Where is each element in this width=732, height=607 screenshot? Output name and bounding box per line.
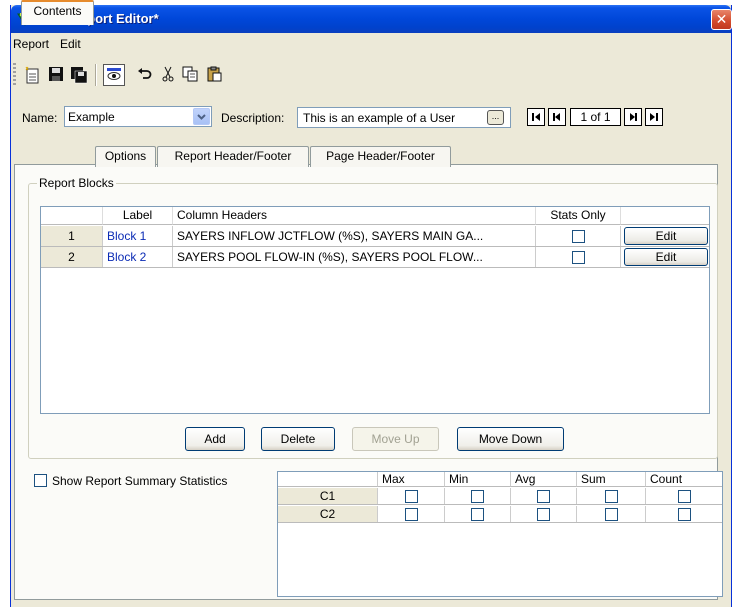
- tab-page-header-footer[interactable]: Page Header/Footer: [310, 146, 451, 167]
- stats-count-checkbox[interactable]: [677, 508, 691, 522]
- description-value: This is an example of a User: [303, 111, 456, 125]
- next-page-button[interactable]: [624, 108, 642, 126]
- description-label: Description:: [221, 111, 285, 125]
- preview-icon[interactable]: [103, 64, 125, 86]
- summary-stats-table[interactable]: Max Min Avg Sum Count C1 C2: [277, 471, 723, 597]
- cut-icon[interactable]: [157, 64, 179, 86]
- name-combo[interactable]: Example: [64, 106, 212, 127]
- stats-only-cell: [536, 226, 621, 246]
- block-label[interactable]: Block 1: [103, 226, 173, 246]
- move-up-button[interactable]: Move Up: [352, 427, 439, 451]
- stats-col-header-sum[interactable]: Sum: [577, 472, 646, 487]
- first-page-icon: [532, 113, 540, 121]
- stats-sum-checkbox[interactable]: [604, 508, 618, 522]
- menu-edit[interactable]: Edit: [60, 37, 81, 51]
- save-as-icon[interactable]: [68, 64, 90, 86]
- col-header-stats-only[interactable]: Stats Only: [536, 207, 621, 225]
- edit-block-button[interactable]: Edit: [624, 248, 708, 266]
- last-page-icon: [650, 113, 658, 121]
- report-blocks-table[interactable]: Label Column Headers Stats Only 1 Block …: [40, 206, 710, 414]
- next-page-icon: [630, 113, 637, 121]
- stats-min-checkbox[interactable]: [471, 490, 484, 504]
- description-field[interactable]: This is an example of a User ...: [297, 107, 511, 128]
- col-header-index[interactable]: [41, 207, 103, 225]
- col-header-action[interactable]: [621, 207, 709, 225]
- stats-only-checkbox[interactable]: [571, 251, 585, 265]
- table-row[interactable]: 2 Block 2 SAYERS POOL FLOW-IN (%S), SAYE…: [41, 247, 709, 268]
- page-indicator: 1 of 1: [570, 108, 621, 126]
- block-label[interactable]: Block 2: [103, 247, 173, 267]
- stats-count-checkbox[interactable]: [677, 490, 691, 504]
- stats-only-cell: [536, 247, 621, 267]
- menu-bar: Report Edit: [11, 33, 731, 55]
- undo-icon[interactable]: [133, 64, 155, 86]
- col-header-label[interactable]: Label: [103, 207, 173, 225]
- stats-max-checkbox[interactable]: [404, 508, 418, 522]
- add-button[interactable]: Add: [185, 427, 245, 451]
- move-down-button[interactable]: Move Down: [457, 427, 564, 451]
- edit-block-button[interactable]: Edit: [624, 227, 708, 245]
- name-value: Example: [68, 110, 115, 124]
- toolbar-grip[interactable]: [13, 63, 16, 85]
- tab-contents[interactable]: Contents: [21, 0, 94, 25]
- new-icon[interactable]: [21, 64, 43, 86]
- block-column-headers[interactable]: SAYERS INFLOW JCTFLOW (%S), SAYERS MAIN …: [173, 226, 536, 246]
- last-page-button[interactable]: [645, 108, 663, 126]
- row-number: 2: [41, 247, 103, 267]
- report-blocks-title: Report Blocks: [37, 176, 116, 190]
- stats-row-label: C2: [278, 506, 378, 522]
- show-summary-label[interactable]: Show Report Summary Statistics: [52, 474, 227, 488]
- table-row[interactable]: 1 Block 1 SAYERS INFLOW JCTFLOW (%S), SA…: [41, 226, 709, 247]
- tab-options[interactable]: Options: [95, 146, 156, 167]
- stats-only-checkbox[interactable]: [571, 230, 585, 244]
- close-icon: ✕: [715, 11, 728, 27]
- stats-col-header-count[interactable]: Count: [646, 472, 722, 487]
- stats-col-header-min[interactable]: Min: [445, 472, 511, 487]
- close-button[interactable]: ✕: [711, 9, 732, 30]
- show-summary-checkbox[interactable]: [34, 474, 47, 487]
- chevron-down-icon[interactable]: [193, 108, 210, 125]
- menu-report[interactable]: Report: [13, 37, 49, 51]
- toolbar: [11, 57, 731, 91]
- tab-report-header-footer[interactable]: Report Header/Footer: [157, 146, 309, 167]
- stats-row[interactable]: C2: [278, 506, 722, 523]
- stats-min-checkbox[interactable]: [471, 508, 484, 522]
- stats-col-header-avg[interactable]: Avg: [511, 472, 577, 487]
- prev-page-icon: [553, 113, 560, 121]
- col-header-column-headers[interactable]: Column Headers: [173, 207, 536, 225]
- row-number: 1: [41, 226, 103, 246]
- stats-row[interactable]: C1: [278, 488, 722, 505]
- toolbar-separator: [95, 64, 97, 86]
- stats-avg-checkbox[interactable]: [537, 508, 550, 522]
- title-bar[interactable]: User Report Editor*: [11, 5, 731, 33]
- delete-button[interactable]: Delete: [261, 427, 335, 451]
- stats-row-label: C1: [278, 488, 378, 504]
- first-page-button[interactable]: [527, 108, 545, 126]
- block-column-headers[interactable]: SAYERS POOL FLOW-IN (%S), SAYERS POOL FL…: [173, 247, 536, 267]
- prev-page-button[interactable]: [548, 108, 566, 126]
- copy-icon[interactable]: [179, 64, 201, 86]
- description-more-button[interactable]: ...: [487, 110, 504, 125]
- stats-sum-checkbox[interactable]: [604, 490, 618, 504]
- save-icon[interactable]: [45, 64, 67, 86]
- stats-col-header-row: [278, 472, 378, 487]
- stats-avg-checkbox[interactable]: [537, 490, 550, 504]
- stats-col-header-max[interactable]: Max: [378, 472, 445, 487]
- name-label: Name:: [22, 111, 58, 125]
- paste-icon[interactable]: [203, 64, 225, 86]
- stats-max-checkbox[interactable]: [404, 490, 418, 504]
